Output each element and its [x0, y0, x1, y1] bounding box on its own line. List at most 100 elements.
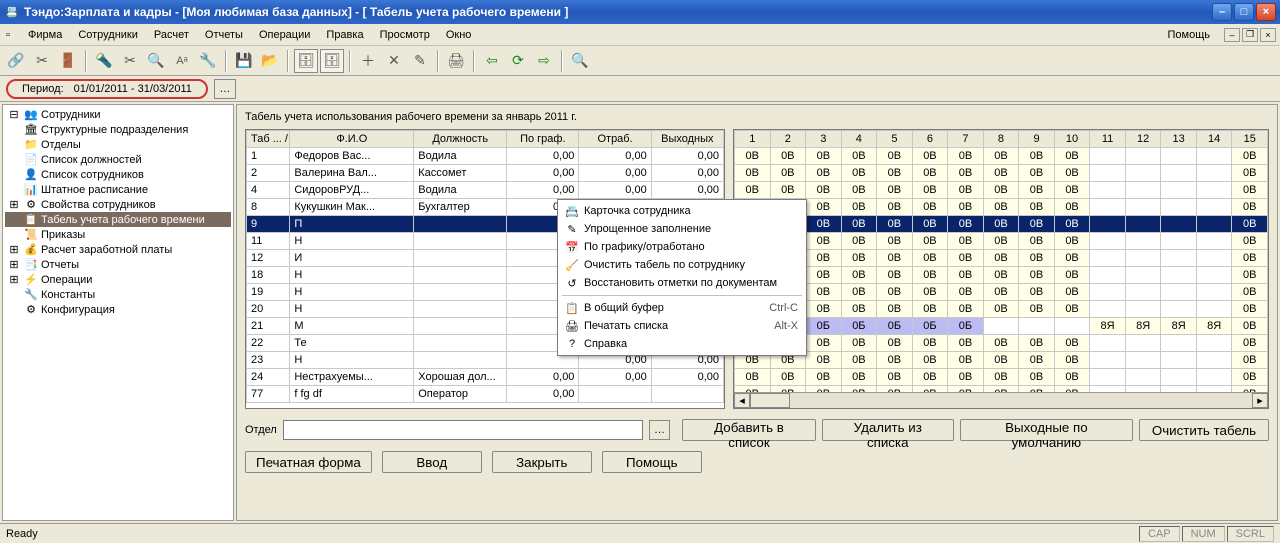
tool-back-icon[interactable]: ⇦: [480, 49, 504, 73]
remove-from-list-button[interactable]: Удалить из списка: [822, 419, 954, 441]
time-row[interactable]: 0В0В0В0В0В0В0В0В0В0В0В: [735, 284, 1268, 301]
h-scrollbar[interactable]: ◂ ▸: [734, 392, 1268, 408]
time-row[interactable]: 0В0В0В0В0В0В0В0В0В0В0В: [735, 335, 1268, 352]
nav-tree[interactable]: ⊟👥Сотрудники🏛Структурные подразделения📁О…: [2, 104, 234, 521]
tree-node[interactable]: 👤Список сотрудников: [5, 167, 231, 182]
scroll-right-icon[interactable]: ▸: [1252, 393, 1268, 408]
day-header[interactable]: 12: [1125, 131, 1161, 148]
table-row[interactable]: 4СидоровРУД...Водила0,000,000,00: [247, 182, 724, 199]
maximize-button[interactable]: □: [1234, 3, 1254, 21]
close-form-button[interactable]: Закрыть: [492, 451, 592, 473]
tree-node[interactable]: ⊞⚡Операции: [5, 272, 231, 287]
enter-button[interactable]: Ввод: [382, 451, 482, 473]
default-weekends-button[interactable]: Выходные по умолчанию: [960, 419, 1133, 441]
tool-1-icon[interactable]: 🔗: [4, 49, 28, 73]
col-header[interactable]: Отраб.: [579, 131, 651, 148]
help-button[interactable]: Помощь: [602, 451, 702, 473]
col-header[interactable]: Ф.И.О: [290, 131, 414, 148]
context-menu-item[interactable]: ↺Восстановить отметки по документам: [560, 274, 804, 292]
tree-node[interactable]: 📄Список должностей: [5, 152, 231, 167]
tool-2-icon[interactable]: ✂: [30, 49, 54, 73]
tree-node[interactable]: ⊞📑Отчеты: [5, 257, 231, 272]
col-header[interactable]: По граф.: [507, 131, 579, 148]
menu-operacii[interactable]: Операции: [251, 27, 318, 43]
day-header[interactable]: 1: [735, 131, 771, 148]
mdi-restore[interactable]: ❐: [1242, 28, 1258, 42]
close-button[interactable]: ×: [1256, 3, 1276, 21]
tool-cut-icon[interactable]: ✂: [118, 49, 142, 73]
menu-pravka[interactable]: Правка: [318, 27, 371, 43]
tree-node[interactable]: 📁Отделы: [5, 137, 231, 152]
time-row[interactable]: 0В0В0В0В0В0В0В0В0В0В0В: [735, 369, 1268, 386]
menu-otchety[interactable]: Отчеты: [197, 27, 251, 43]
tool-zoom-icon[interactable]: 🔍: [568, 49, 592, 73]
scroll-thumb[interactable]: [750, 393, 790, 408]
context-menu-item[interactable]: 📋В общий буферCtrl-C: [560, 299, 804, 317]
tree-node[interactable]: ⊞💰Расчет заработной платы: [5, 242, 231, 257]
time-row[interactable]: 0В0В0В0В0В0В0В0В0В0В0В: [735, 216, 1268, 233]
tree-node[interactable]: ⊞⚙Свойства сотрудников: [5, 197, 231, 212]
menu-firma[interactable]: Фирма: [20, 27, 70, 43]
app-ctrl-icon[interactable]: ▫: [4, 29, 20, 41]
tool-edit-icon[interactable]: ✎: [408, 49, 432, 73]
tool-font-icon[interactable]: Aᵃ: [170, 49, 194, 73]
time-row[interactable]: 0В0В0В0В0В0В0В0В0В0В0В: [735, 301, 1268, 318]
context-menu-item[interactable]: ?Справка: [560, 335, 804, 353]
menu-help[interactable]: Помощь: [1160, 27, 1219, 43]
timesheet-grid[interactable]: 1234567891011121314150В0В0В0В0В0В0В0В0В0…: [733, 129, 1269, 409]
context-menu-item[interactable]: 🖨Печатать спискаAlt-X: [560, 317, 804, 335]
tool-search-icon[interactable]: 🔦: [92, 49, 116, 73]
time-row[interactable]: 0В0В0В0В0В0В0В0В0В0В0В: [735, 148, 1268, 165]
time-row[interactable]: 0В0В0В0В0В0В0В0В0В0В0В: [735, 267, 1268, 284]
tool-open-icon[interactable]: 📂: [258, 49, 282, 73]
tool-save-icon[interactable]: 💾: [232, 49, 256, 73]
table-row[interactable]: 2Валерина Вал...Кассомет0,000,000,00: [247, 165, 724, 182]
day-header[interactable]: 7: [948, 131, 984, 148]
tool-find-icon[interactable]: 🔍: [144, 49, 168, 73]
menu-okno[interactable]: Окно: [438, 27, 480, 43]
tool-db1-icon[interactable]: 🗄: [294, 49, 318, 73]
day-header[interactable]: 14: [1196, 131, 1232, 148]
dept-input[interactable]: [283, 420, 643, 440]
tool-db2-icon[interactable]: 🗄: [320, 49, 344, 73]
day-header[interactable]: 9: [1019, 131, 1055, 148]
menu-prosmotr[interactable]: Просмотр: [372, 27, 438, 43]
time-row[interactable]: 0Б0Б0Б0Б0Б0Б0Б8Я8Я8Я8Я0В: [735, 318, 1268, 335]
tree-node[interactable]: 📜Приказы: [5, 227, 231, 242]
mdi-close[interactable]: ×: [1260, 28, 1276, 42]
scroll-left-icon[interactable]: ◂: [734, 393, 750, 408]
tool-key-icon[interactable]: 🔧: [196, 49, 220, 73]
time-row[interactable]: 0В0В0В0В0В0В0В0В0В0В0В: [735, 165, 1268, 182]
day-header[interactable]: 13: [1161, 131, 1197, 148]
day-header[interactable]: 8: [983, 131, 1019, 148]
context-menu-item[interactable]: 📅По графику/отработано: [560, 238, 804, 256]
tree-node[interactable]: ⚙Конфигурация: [5, 302, 231, 317]
day-header[interactable]: 4: [841, 131, 877, 148]
col-header[interactable]: Таб ... /: [247, 131, 290, 148]
context-menu-item[interactable]: 📇Карточка сотрудника: [560, 202, 804, 220]
tree-node[interactable]: 🏛Структурные подразделения: [5, 122, 231, 137]
time-row[interactable]: 0В0В0В0В0В0В0В0В0В0В0В: [735, 250, 1268, 267]
time-row[interactable]: 0В0В0В0В0В0В0В0В0В0В0В: [735, 199, 1268, 216]
col-header[interactable]: Должность: [414, 131, 507, 148]
menu-sotrudniki[interactable]: Сотрудники: [70, 27, 146, 43]
day-header[interactable]: 2: [770, 131, 806, 148]
print-form-button[interactable]: Печатная форма: [245, 451, 372, 473]
time-row[interactable]: 0В0В0В0В0В0В0В0В0В0В0В: [735, 233, 1268, 250]
tool-print-icon[interactable]: 🖨: [444, 49, 468, 73]
day-header[interactable]: 11: [1090, 131, 1126, 148]
period-picker-button[interactable]: …: [214, 79, 236, 99]
col-header[interactable]: Выходных: [651, 131, 723, 148]
table-row[interactable]: 1Федоров Вас...Водила0,000,000,00: [247, 148, 724, 165]
day-header[interactable]: 6: [912, 131, 948, 148]
add-to-list-button[interactable]: Добавить в список: [682, 419, 815, 441]
minimize-button[interactable]: –: [1212, 3, 1232, 21]
tree-node[interactable]: 📊Штатное расписание: [5, 182, 231, 197]
day-header[interactable]: 5: [877, 131, 913, 148]
dept-picker-button[interactable]: …: [649, 420, 670, 440]
context-menu-item[interactable]: ✎Упрощенное заполнение: [560, 220, 804, 238]
tool-plus-icon[interactable]: ＋: [356, 49, 380, 73]
tree-node[interactable]: 📋Табель учета рабочего времени: [5, 212, 231, 227]
tool-delete-icon[interactable]: ✕: [382, 49, 406, 73]
context-menu-item[interactable]: 🧹Очистить табель по сотруднику: [560, 256, 804, 274]
